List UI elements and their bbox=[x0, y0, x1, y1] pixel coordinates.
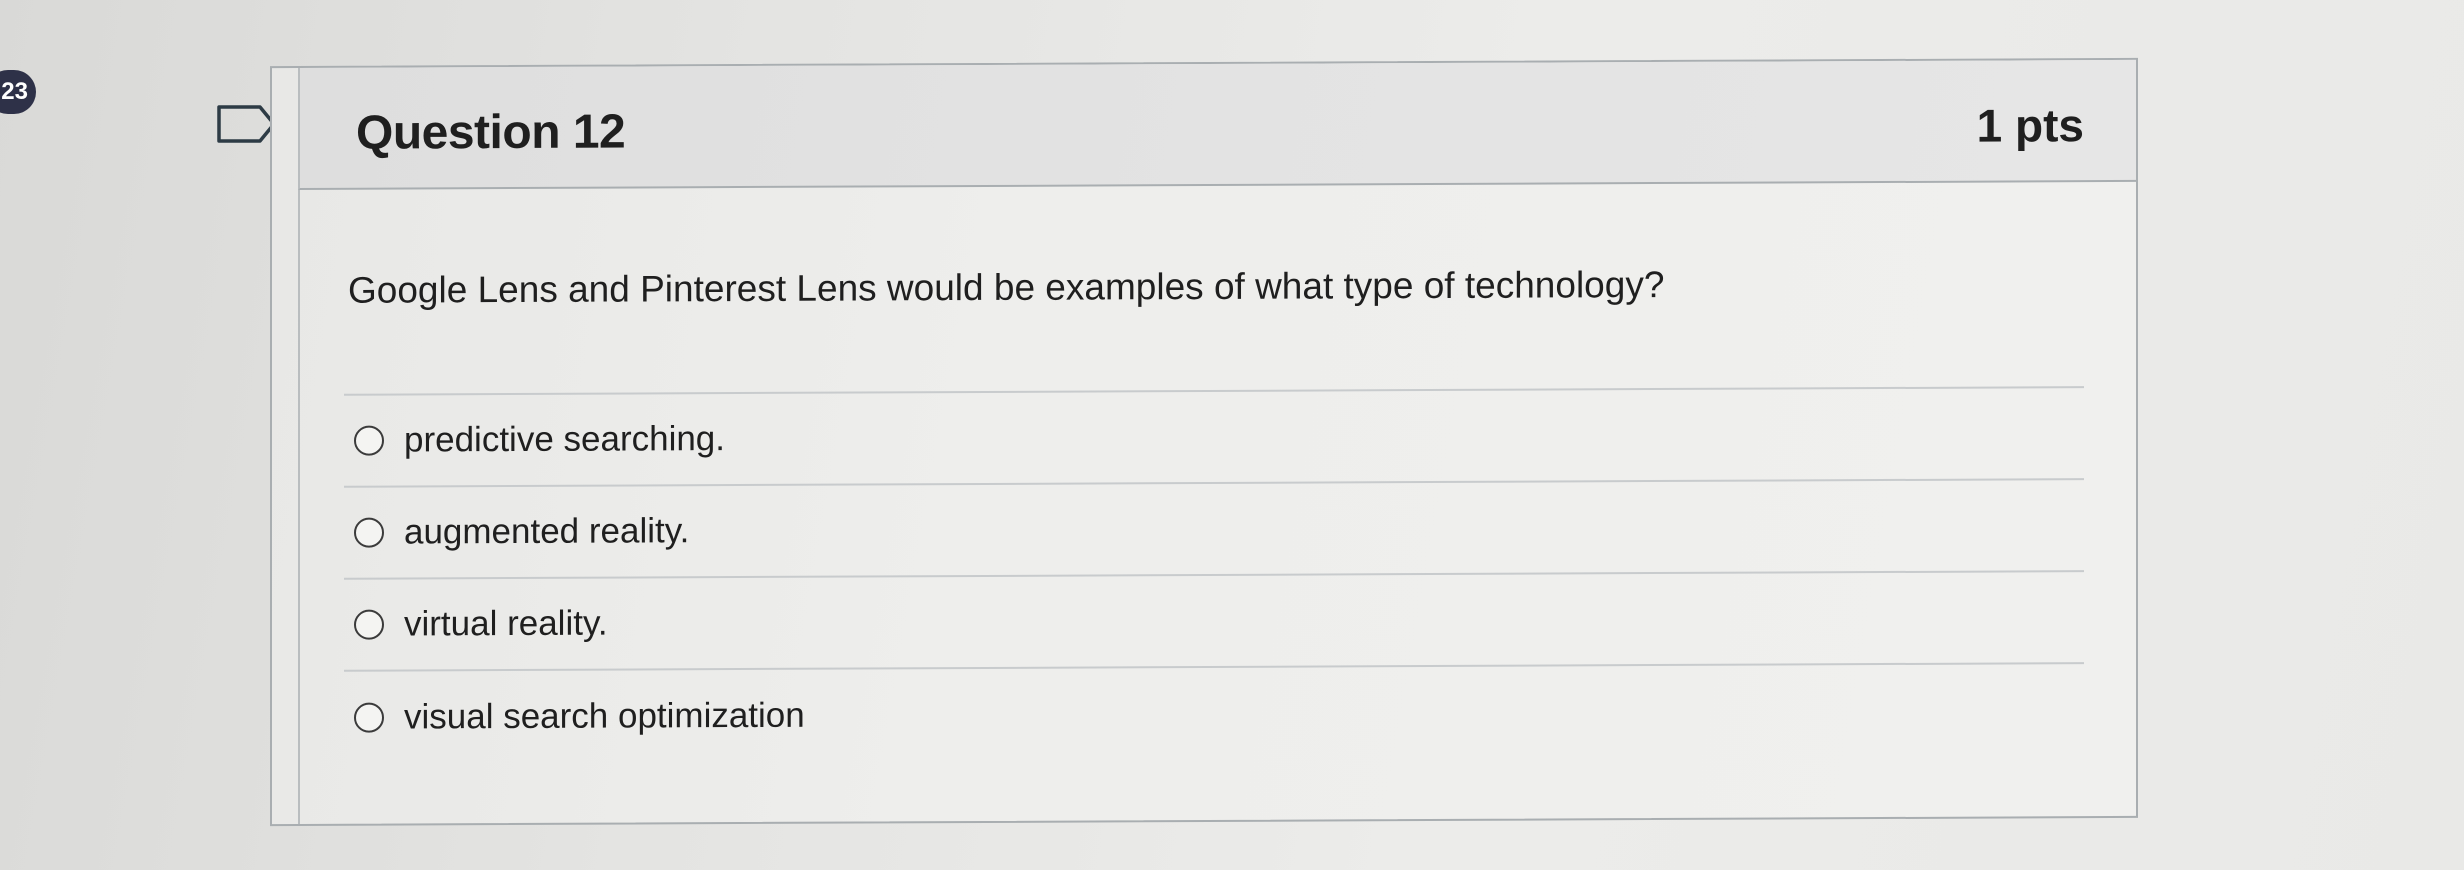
answer-label[interactable]: predictive searching. bbox=[404, 419, 725, 460]
answer-label[interactable]: virtual reality. bbox=[404, 604, 608, 645]
page-number-badge: 23 bbox=[0, 70, 36, 114]
answer-label[interactable]: augmented reality. bbox=[404, 511, 689, 552]
question-card: Question 12 1 pts Google Lens and Pinter… bbox=[270, 57, 2138, 827]
question-body: Google Lens and Pinterest Lens would be … bbox=[298, 181, 2136, 824]
answer-list: predictive searching. augmented reality.… bbox=[344, 386, 2084, 764]
flag-question-icon[interactable] bbox=[216, 104, 278, 144]
question-header: Question 12 1 pts bbox=[298, 59, 2136, 190]
answer-option-virtual-reality[interactable]: virtual reality. bbox=[344, 572, 2084, 672]
radio-unselected-icon[interactable] bbox=[354, 609, 384, 640]
radio-unselected-icon[interactable] bbox=[354, 517, 384, 548]
question-title: Question 12 bbox=[356, 105, 626, 160]
answer-label[interactable]: visual search optimization bbox=[404, 696, 805, 738]
answer-option-augmented-reality[interactable]: augmented reality. bbox=[344, 480, 2084, 580]
radio-unselected-icon[interactable] bbox=[354, 425, 384, 456]
answer-option-visual-search-optimization[interactable]: visual search optimization bbox=[344, 664, 2084, 764]
radio-unselected-icon[interactable] bbox=[354, 702, 384, 733]
question-points: 1 pts bbox=[1976, 99, 2084, 152]
answer-option-predictive-searching[interactable]: predictive searching. bbox=[344, 388, 2084, 488]
question-text: Google Lens and Pinterest Lens would be … bbox=[348, 263, 1665, 311]
